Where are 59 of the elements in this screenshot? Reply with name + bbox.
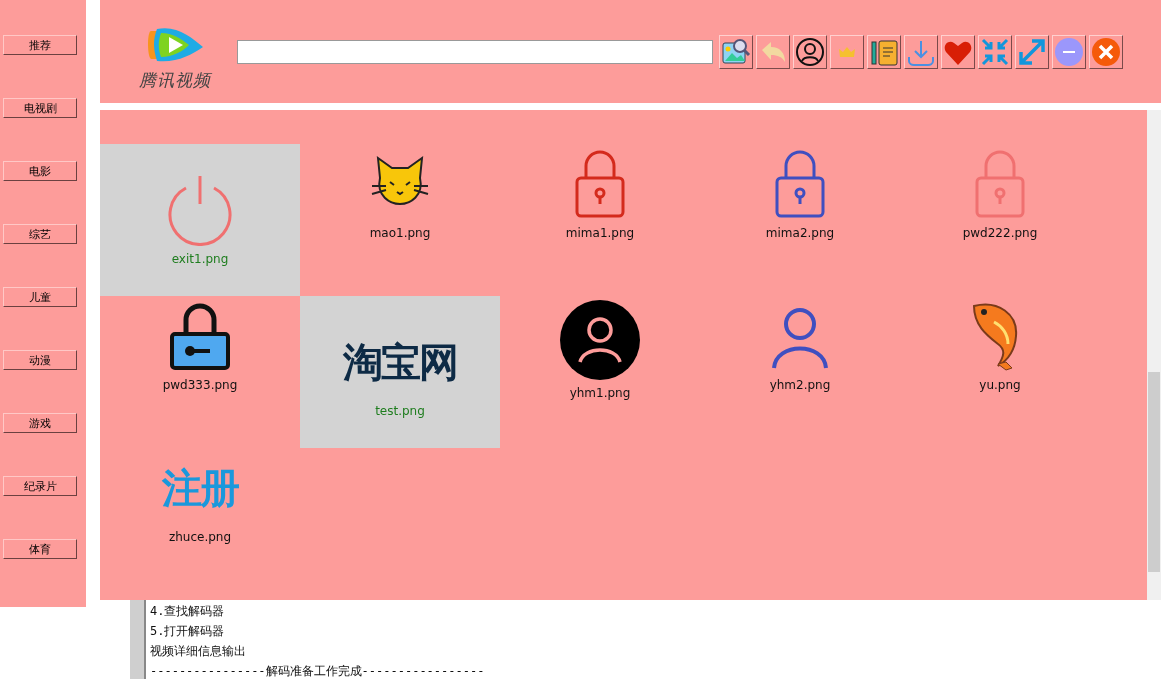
category-button[interactable]: 儿童 — [3, 287, 77, 307]
expand-button[interactable] — [1015, 34, 1049, 69]
user-icon — [560, 300, 640, 380]
category-button[interactable]: 综艺 — [3, 224, 77, 244]
user-icon — [795, 36, 825, 67]
search-field[interactable] — [237, 39, 713, 64]
console-line: 5.打开解码器 — [150, 623, 226, 640]
crown-icon — [838, 45, 856, 58]
file-name: mima2.png — [765, 226, 835, 240]
file-name: exit1.png — [171, 252, 229, 266]
file-tile[interactable]: mima1.png — [500, 144, 700, 296]
logo-text: 腾讯视频 — [139, 69, 211, 92]
shrink-button[interactable] — [978, 34, 1012, 69]
scrollbar[interactable] — [1147, 110, 1161, 600]
image-search-button[interactable] — [719, 34, 753, 69]
file-tile[interactable]: yhm2.png — [700, 296, 900, 448]
file-name: yu.png — [979, 378, 1021, 392]
category-button[interactable]: 纪录片 — [3, 476, 77, 496]
file-name: zhuce.png — [168, 530, 232, 544]
wordmark-logo: 注册 — [162, 464, 238, 513]
category-button[interactable]: 电影 — [3, 161, 77, 181]
file-tile[interactable]: yhm1.png — [500, 296, 700, 448]
minimize-button[interactable] — [1052, 34, 1086, 69]
console-line: 视频详细信息输出 — [150, 643, 247, 660]
crown-button[interactable] — [830, 34, 864, 69]
shrink-icon — [980, 36, 1010, 67]
category-button[interactable]: 体育 — [3, 539, 77, 559]
category-button[interactable]: 电视剧 — [3, 98, 77, 118]
close-icon — [1091, 36, 1121, 67]
file-name: test.png — [375, 404, 425, 418]
category-button[interactable]: 推荐 — [3, 35, 77, 55]
file-name: pwd333.png — [162, 378, 238, 392]
file-tile[interactable]: pwd222.png — [900, 144, 1100, 296]
minimize-icon — [1054, 36, 1084, 67]
file-tile[interactable]: pwd333.png — [100, 296, 300, 448]
file-tile[interactable]: yu.png — [900, 296, 1100, 448]
expand-icon — [1017, 36, 1047, 67]
back-button[interactable] — [756, 34, 790, 69]
file-name: mao1.png — [369, 226, 431, 240]
console-line: ----------------解码准备工作完成----------------- — [150, 663, 485, 679]
category-button[interactable]: 动漫 — [3, 350, 77, 370]
wordmark-logo: 淘宝网 — [343, 338, 457, 387]
file-tile[interactable]: mima2.png — [700, 144, 900, 296]
file-tile[interactable]: 注册 zhuce.png — [100, 448, 300, 600]
file-name: mima1.png — [565, 226, 635, 240]
user-button[interactable] — [793, 34, 827, 69]
category-button[interactable]: 游戏 — [3, 413, 77, 433]
download-button[interactable] — [904, 34, 938, 69]
file-tile[interactable]: exit1.png — [100, 144, 300, 296]
heart-button[interactable] — [941, 34, 975, 69]
close-button[interactable] — [1089, 34, 1123, 69]
image-search-icon — [721, 36, 751, 67]
file-name: yhm2.png — [769, 378, 831, 392]
notes-button[interactable] — [867, 34, 901, 69]
file-tile[interactable]: mao1.png — [300, 144, 500, 296]
file-name: yhm1.png — [569, 386, 631, 400]
console-line: 4.查找解码器 — [150, 603, 226, 620]
file-name: pwd222.png — [962, 226, 1038, 240]
file-tile[interactable]: 淘宝网 test.png — [300, 296, 500, 448]
